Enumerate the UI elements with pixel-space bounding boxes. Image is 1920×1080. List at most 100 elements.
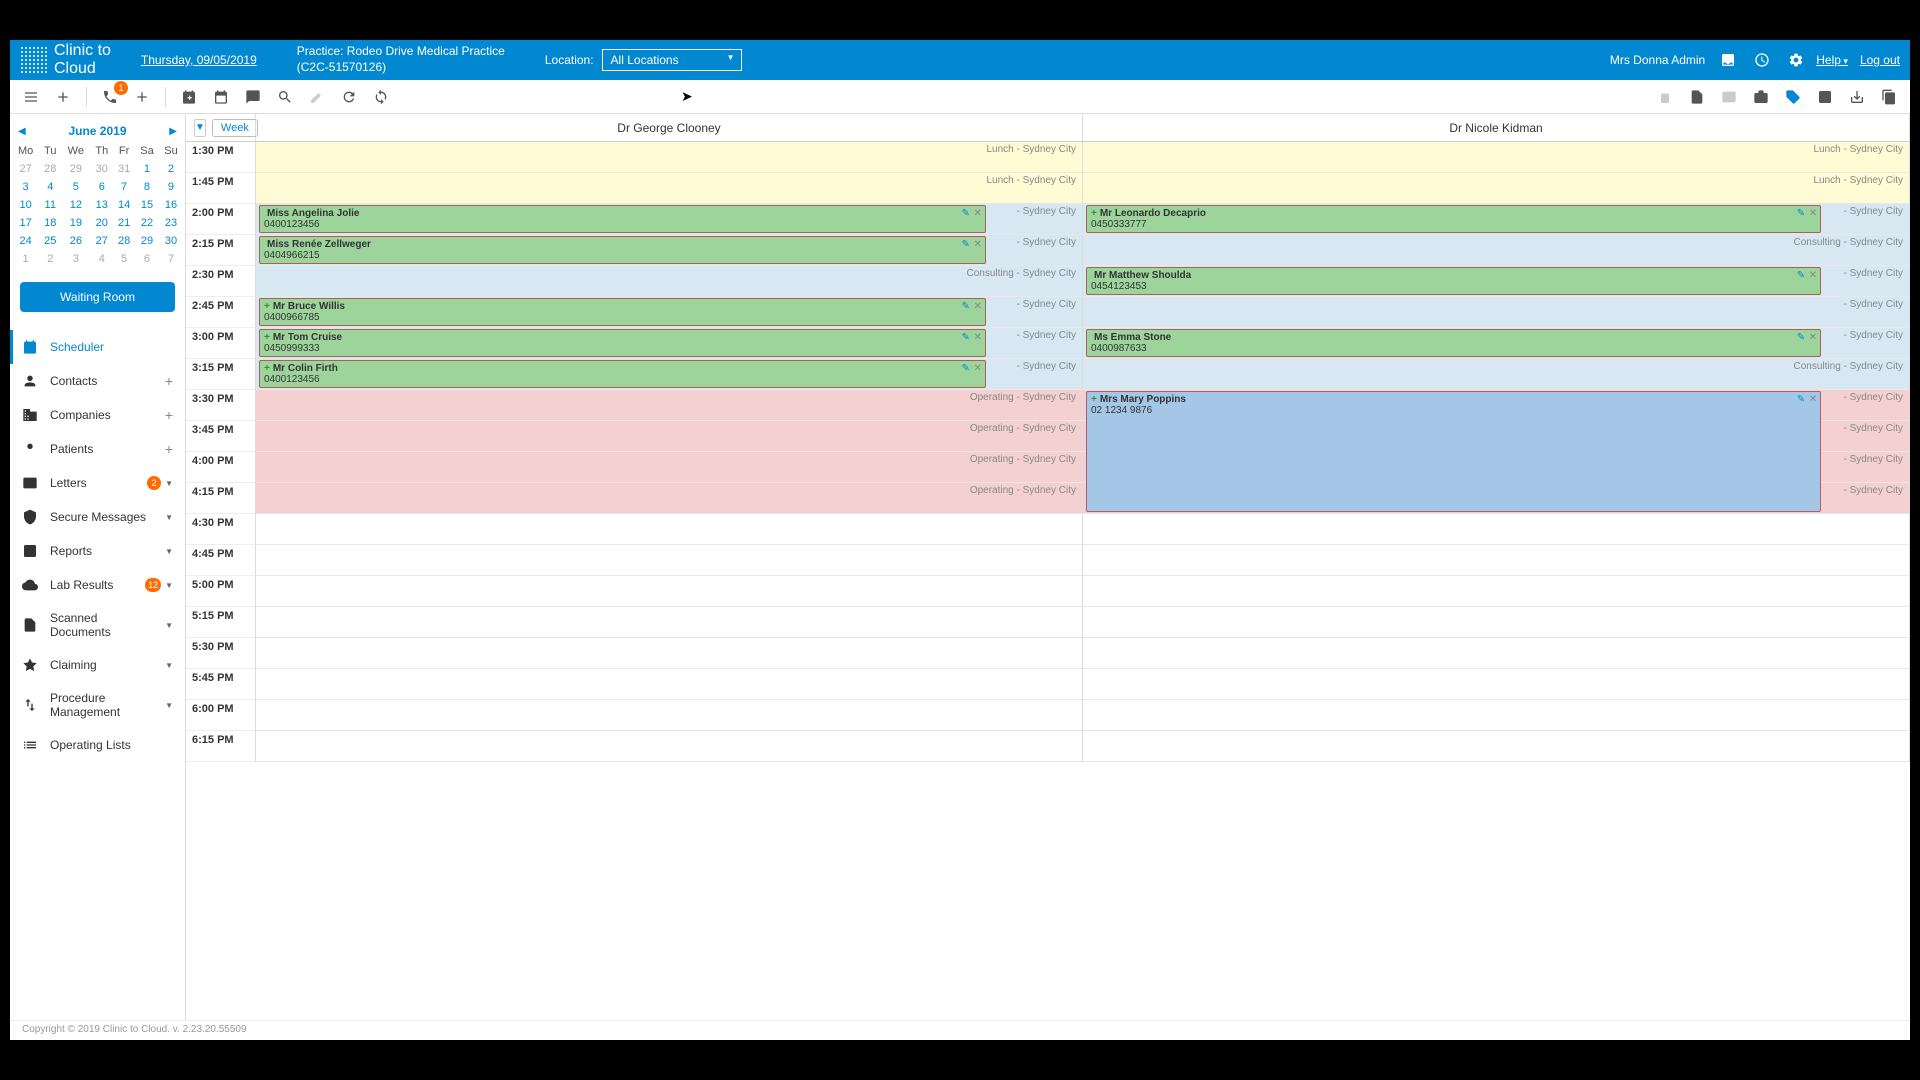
- cal-day[interactable]: 30: [90, 160, 113, 178]
- logout-link[interactable]: Log out: [1860, 53, 1900, 67]
- cal-day[interactable]: 7: [113, 178, 135, 196]
- close-icon[interactable]: ✕: [973, 301, 981, 312]
- calendar-slot[interactable]: [1083, 607, 1909, 638]
- edit-icon[interactable]: ✎: [1797, 208, 1805, 219]
- calendar-slot[interactable]: [256, 514, 1082, 545]
- close-icon[interactable]: ✕: [1809, 394, 1817, 405]
- expand-icon[interactable]: +: [264, 363, 270, 374]
- help-link[interactable]: Help: [1816, 53, 1848, 67]
- cal-prev-button[interactable]: ◀: [18, 126, 26, 137]
- expand-icon[interactable]: +: [1091, 394, 1097, 405]
- document-icon[interactable]: [1684, 84, 1710, 110]
- cal-day[interactable]: 20: [90, 214, 113, 232]
- calendar-slot[interactable]: Consulting - Sydney City: [1083, 359, 1909, 390]
- edit-icon[interactable]: ✎: [961, 239, 969, 250]
- cal-day[interactable]: 2: [39, 250, 61, 268]
- calendar-slot[interactable]: Operating - Sydney City: [256, 390, 1082, 421]
- expand-icon[interactable]: +: [264, 301, 270, 312]
- report-icon[interactable]: [1812, 84, 1838, 110]
- nav-lab-results[interactable]: Lab Results12▼: [10, 568, 185, 602]
- nav-reports[interactable]: Reports▼: [10, 534, 185, 568]
- appointment-event[interactable]: +Mr Leonardo Decaprio0450333777✎✕: [1086, 205, 1821, 233]
- appointment-event[interactable]: +Mrs Mary Poppins02 1234 9876✎✕: [1086, 391, 1821, 512]
- cal-day[interactable]: 16: [159, 196, 183, 214]
- calendar-slot[interactable]: Lunch - Sydney City: [256, 173, 1082, 204]
- calendar-slot[interactable]: Lunch - Sydney City: [1083, 173, 1909, 204]
- cal-day[interactable]: 14: [113, 196, 135, 214]
- edit-icon[interactable]: ✎: [961, 332, 969, 343]
- appointment-event[interactable]: +Mr Colin Firth0400123456✎✕: [259, 360, 986, 388]
- edit-icon[interactable]: ✎: [961, 208, 969, 219]
- cal-day[interactable]: 7: [159, 250, 183, 268]
- calendar-slot[interactable]: [256, 576, 1082, 607]
- calendar-slot[interactable]: [1083, 514, 1909, 545]
- cal-day[interactable]: 24: [12, 232, 39, 250]
- close-icon[interactable]: ✕: [1809, 270, 1817, 281]
- brand-logo[interactable]: Clinic to Cloud: [20, 42, 111, 78]
- search-patient-button[interactable]: [272, 84, 298, 110]
- cal-day[interactable]: 28: [39, 160, 61, 178]
- calendar-slot[interactable]: [1083, 669, 1909, 700]
- cal-day[interactable]: 21: [113, 214, 135, 232]
- appointment-event[interactable]: Mr Matthew Shoulda0454123453✎✕: [1086, 267, 1821, 295]
- cal-day[interactable]: 15: [135, 196, 159, 214]
- copy-icon[interactable]: [1876, 84, 1902, 110]
- appointment-event[interactable]: Miss Renée Zellweger0404966215✎✕: [259, 236, 986, 264]
- cal-day[interactable]: 3: [12, 178, 39, 196]
- expand-icon[interactable]: +: [1091, 208, 1097, 219]
- header-date[interactable]: Thursday, 09/05/2019: [141, 53, 257, 67]
- cal-next-button[interactable]: ▶: [169, 126, 177, 137]
- cal-day[interactable]: 23: [159, 214, 183, 232]
- add-call-button[interactable]: [129, 84, 155, 110]
- calendar-slot[interactable]: Consulting - Sydney City: [256, 266, 1082, 297]
- cal-day[interactable]: 1: [135, 160, 159, 178]
- cal-day[interactable]: 22: [135, 214, 159, 232]
- calendar-slot[interactable]: [1083, 731, 1909, 762]
- nav-procedure-management[interactable]: Procedure Management▼: [10, 682, 185, 728]
- edit-icon[interactable]: ✎: [961, 301, 969, 312]
- calendar-slot[interactable]: - Sydney City: [1083, 297, 1909, 328]
- nav-secure-messages[interactable]: Secure Messages▼: [10, 500, 185, 534]
- cal-day[interactable]: 29: [61, 160, 90, 178]
- cal-day[interactable]: 17: [12, 214, 39, 232]
- calendar-slot[interactable]: [1083, 545, 1909, 576]
- cal-day[interactable]: 29: [135, 232, 159, 250]
- calendar-slot[interactable]: Operating - Sydney City: [256, 452, 1082, 483]
- cal-day[interactable]: 25: [39, 232, 61, 250]
- waiting-room-button[interactable]: Waiting Room: [20, 282, 175, 312]
- calendar-slot[interactable]: Operating - Sydney City: [256, 421, 1082, 452]
- cal-day[interactable]: 31: [113, 160, 135, 178]
- close-icon[interactable]: ✕: [973, 363, 981, 374]
- list-view-button[interactable]: [18, 84, 44, 110]
- doctor-column-2[interactable]: Dr Nicole Kidman: [1083, 114, 1910, 141]
- export-icon[interactable]: [1844, 84, 1870, 110]
- cal-day[interactable]: 6: [90, 178, 113, 196]
- reschedule-button[interactable]: [368, 84, 394, 110]
- calendar-slot[interactable]: [256, 607, 1082, 638]
- nav-claiming[interactable]: Claiming▼: [10, 648, 185, 682]
- today-button[interactable]: [208, 84, 234, 110]
- edit-icon[interactable]: ✎: [1797, 394, 1805, 405]
- current-user[interactable]: Mrs Donna Admin: [1610, 53, 1705, 67]
- cal-day[interactable]: 27: [12, 160, 39, 178]
- calendar-slot[interactable]: [1083, 700, 1909, 731]
- cal-day[interactable]: 12: [61, 196, 90, 214]
- clock-icon[interactable]: [1754, 52, 1770, 68]
- cal-day[interactable]: 19: [61, 214, 90, 232]
- calendar-slot[interactable]: Lunch - Sydney City: [256, 142, 1082, 173]
- cal-month-title[interactable]: June 2019: [68, 124, 126, 138]
- nav-operating-lists[interactable]: Operating Lists: [10, 728, 185, 762]
- tag-icon[interactable]: [1780, 84, 1806, 110]
- appointment-event[interactable]: Miss Angelina Jolie0400123456✎✕: [259, 205, 986, 233]
- nav-scanned-documents[interactable]: Scanned Documents▼: [10, 602, 185, 648]
- appointment-event[interactable]: Ms Emma Stone0400987633✎✕: [1086, 329, 1821, 357]
- doctor-column-1[interactable]: Dr George Clooney: [256, 114, 1083, 141]
- cal-day[interactable]: 18: [39, 214, 61, 232]
- cal-day[interactable]: 2: [159, 160, 183, 178]
- calendar-slot[interactable]: Consulting - Sydney City: [1083, 235, 1909, 266]
- cal-day[interactable]: 26: [61, 232, 90, 250]
- nav-scheduler[interactable]: Scheduler: [10, 330, 185, 364]
- nav-letters[interactable]: Letters2▼: [10, 466, 185, 500]
- close-icon[interactable]: ✕: [1809, 208, 1817, 219]
- appointment-event[interactable]: +Mr Bruce Willis0400966785✎✕: [259, 298, 986, 326]
